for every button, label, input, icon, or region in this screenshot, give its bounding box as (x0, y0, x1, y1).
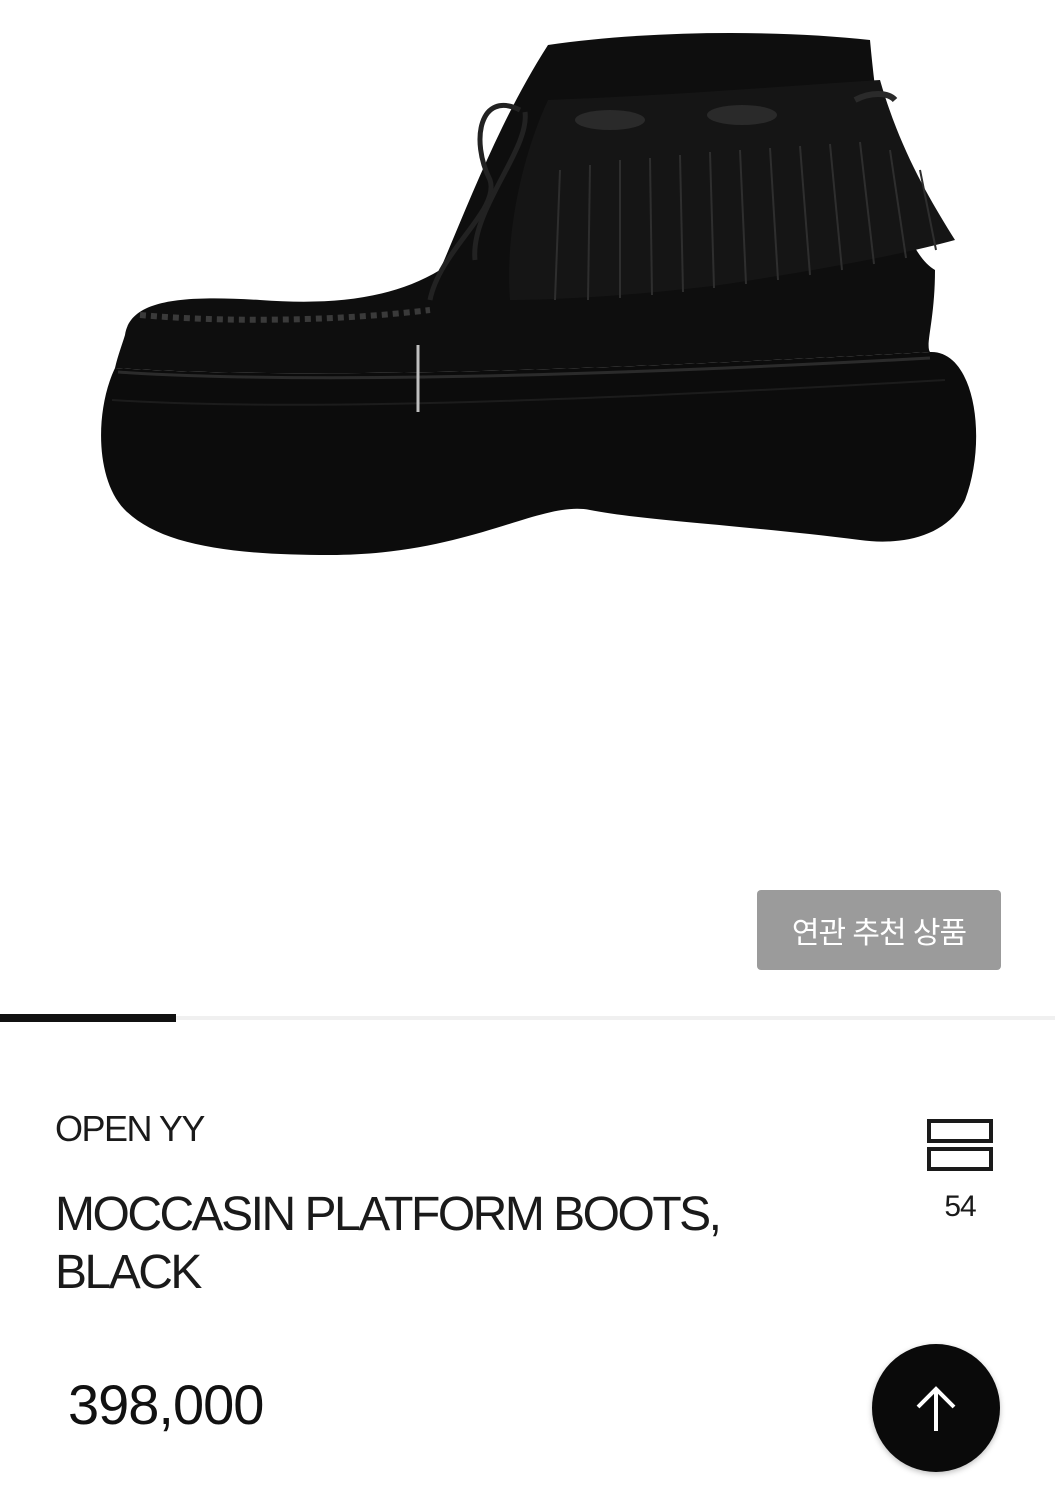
boot-image (101, 33, 977, 555)
like-button[interactable]: 54 (920, 1118, 1000, 1224)
scroll-top-button[interactable] (872, 1344, 1000, 1472)
brand-name[interactable]: OPEN YY (55, 1108, 205, 1150)
arrow-up-icon (916, 1386, 956, 1431)
product-image-area: 연관 추천 상품 (0, 0, 1055, 1018)
gallery-progress-indicator (0, 1014, 177, 1022)
stacked-bars-icon (927, 1119, 993, 1171)
product-title: MOCCASIN PLATFORM BOOTS, BLACK (55, 1188, 722, 1299)
gallery-progress-track (0, 1014, 1055, 1022)
like-count: 54 (944, 1190, 976, 1223)
related-products-button[interactable]: 연관 추천 상품 (757, 890, 1001, 970)
product-price: 398,000 (68, 1373, 264, 1436)
